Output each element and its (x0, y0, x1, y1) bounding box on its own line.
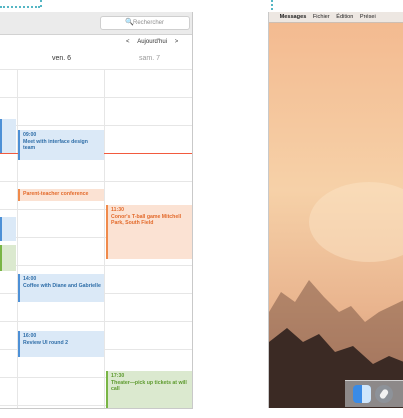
calendar-toolbar: 🔍 Rechercher (0, 12, 192, 35)
event-time: 09:00 (23, 132, 37, 138)
event-parent[interactable]: Parent-teacher conference (18, 189, 104, 201)
menu-fichier[interactable]: Fichier (313, 12, 330, 22)
desktop-wallpaper (269, 12, 403, 408)
event-review[interactable]: 16:00 Review UI round 2 (18, 331, 104, 357)
event-title: Parent-teacher conference (23, 191, 89, 197)
menu-bar: Messages Fichier Édition Prései (269, 12, 403, 23)
event-title: Theater—pick up tickets at will call (111, 379, 187, 393)
menu-app-messages[interactable]: Messages (280, 12, 307, 22)
dock (345, 380, 403, 407)
launchpad-icon[interactable] (375, 385, 393, 403)
desktop-window: Messages Fichier Édition Prései (268, 12, 403, 408)
event-tball[interactable]: 11:30 Conor's T-ball game Mitchell Park,… (106, 205, 192, 259)
event-time: 11:30 (111, 207, 124, 213)
menu-presentation[interactable]: Prései (360, 12, 376, 22)
today-button[interactable]: Aujourd'hui (137, 39, 167, 45)
event-theater[interactable]: 17:30 Theater—pick up tickets at will ca… (106, 371, 192, 408)
search-placeholder: Rechercher (133, 20, 165, 26)
date-navigation: < Aujourd'hui > (126, 39, 184, 45)
calendar-grid[interactable]: 09:00 Meet with interface design team Pa… (0, 69, 192, 408)
day-header-friday: ven. 6 (52, 55, 72, 62)
event-block-partial[interactable] (0, 119, 16, 153)
day-header-saturday: sam. 7 (139, 55, 161, 62)
event-meet[interactable]: 09:00 Meet with interface design team (18, 130, 104, 160)
event-block-partial[interactable] (0, 245, 16, 271)
event-time: 16:00 (23, 333, 37, 339)
callout-line-top-left-vertical (40, 0, 42, 7)
calendar-window: 🔍 Rechercher < Aujourd'hui > ven. 6 sam.… (0, 12, 193, 409)
prev-button[interactable]: < (126, 39, 130, 45)
event-time: 14:00 (23, 276, 37, 282)
next-button[interactable]: > (175, 39, 179, 45)
event-title: Meet with interface design team (23, 138, 88, 152)
menu-edition[interactable]: Édition (336, 12, 353, 22)
event-time: 17:30 (111, 373, 125, 379)
event-coffee[interactable]: 14:00 Coffee with Diane and Gabrielle (18, 274, 104, 302)
event-title: Review UI round 2 (23, 339, 68, 346)
event-title: Conor's T-ball game Mitchell Park, South… (111, 213, 182, 227)
event-title: Coffee with Diane and Gabrielle (23, 282, 101, 289)
search-input[interactable]: 🔍 Rechercher (100, 16, 190, 30)
callout-line-top-left (0, 6, 40, 8)
finder-icon[interactable] (353, 385, 371, 403)
event-block-partial[interactable] (0, 217, 16, 241)
